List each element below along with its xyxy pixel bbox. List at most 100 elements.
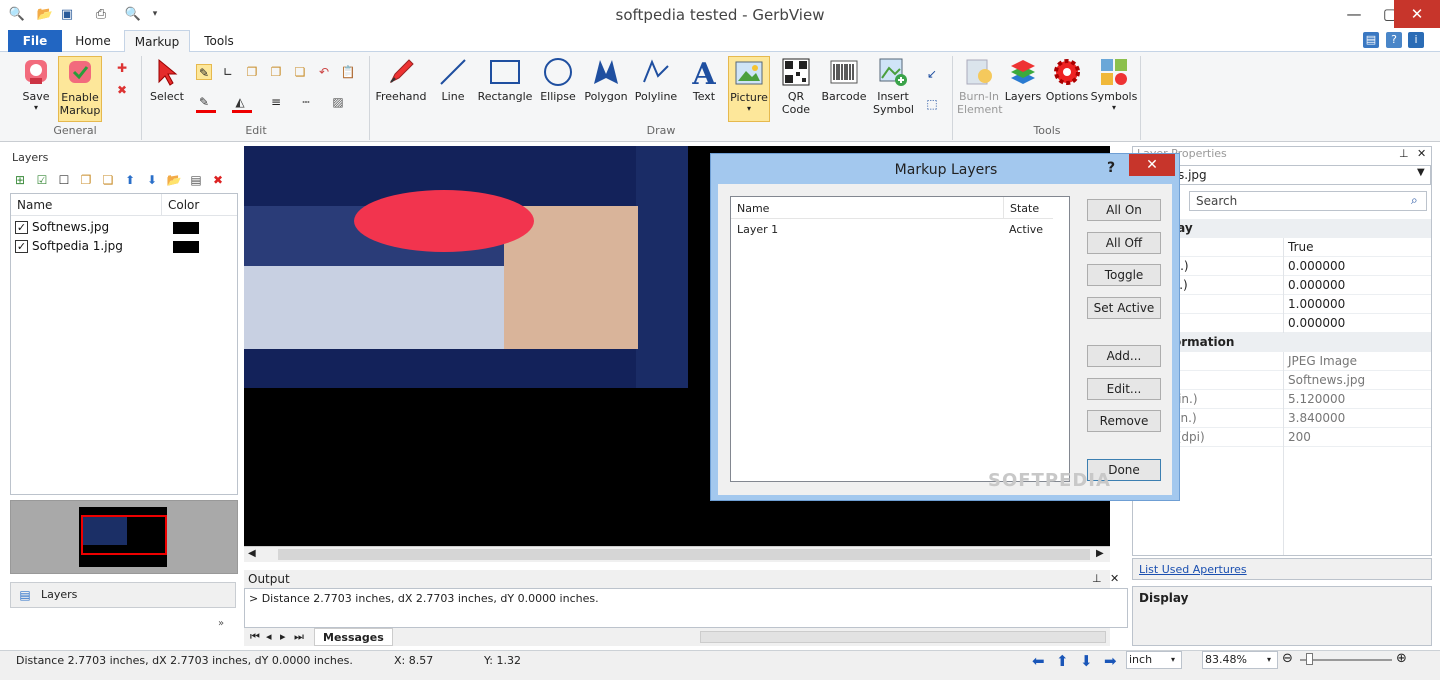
- navigator-thumbnail[interactable]: [10, 500, 238, 574]
- close-button[interactable]: ✕: [1394, 0, 1440, 28]
- nav-prev-icon[interactable]: ◂: [266, 630, 272, 643]
- line-color-icon[interactable]: ✎: [196, 94, 212, 110]
- zoom-in-icon[interactable]: ⊕: [1396, 651, 1407, 666]
- check-all-icon[interactable]: ☑: [34, 172, 50, 188]
- minimize-button[interactable]: —: [1336, 0, 1372, 28]
- send-back-icon[interactable]: ❐: [268, 64, 284, 80]
- edit-button[interactable]: Edit...: [1087, 378, 1161, 400]
- close-output-icon[interactable]: ✕: [1110, 570, 1119, 588]
- layer-visibility-checkbox[interactable]: ✓: [15, 221, 28, 234]
- messages-tab[interactable]: Messages: [314, 628, 393, 646]
- copy-layer-icon[interactable]: ❐: [78, 172, 94, 188]
- toggle-button[interactable]: Toggle: [1087, 264, 1161, 286]
- nav-last-icon[interactable]: ⏭: [294, 630, 304, 644]
- hatch-icon[interactable]: ▨: [330, 94, 346, 110]
- horizontal-scrollbar[interactable]: ◀ ▶: [244, 546, 1110, 562]
- tab-markup[interactable]: Markup: [124, 30, 190, 53]
- pin-icon[interactable]: ⊥: [1399, 147, 1409, 160]
- polyline-button[interactable]: Polyline: [632, 56, 680, 122]
- line-width-icon[interactable]: ≡: [268, 94, 284, 110]
- property-value[interactable]: 0.000000: [1283, 314, 1431, 333]
- add-button[interactable]: Add...: [1087, 345, 1161, 367]
- uncheck-all-icon[interactable]: ☐: [56, 172, 72, 188]
- all-on-button[interactable]: All On: [1087, 199, 1161, 221]
- zoom-out-icon[interactable]: ⊖: [1282, 651, 1293, 666]
- group-icon[interactable]: ❏: [292, 64, 308, 80]
- pan-right-icon[interactable]: ➡: [1104, 652, 1117, 670]
- scroll-right-icon[interactable]: ▶: [1096, 548, 1104, 559]
- enable-markup-button[interactable]: Enable Markup: [58, 56, 102, 122]
- remove-button[interactable]: Remove: [1087, 410, 1161, 432]
- ellipse-button[interactable]: Ellipse: [536, 56, 580, 122]
- column-header-state[interactable]: State: [1003, 197, 1053, 219]
- unit-select[interactable]: inch ▾: [1126, 651, 1182, 669]
- barcode-button[interactable]: Barcode: [820, 56, 868, 122]
- import-layer-icon[interactable]: 📂: [166, 172, 182, 188]
- help-icon[interactable]: ?: [1386, 32, 1402, 48]
- scroll-thumb[interactable]: [278, 549, 1090, 560]
- save-button[interactable]: Save ▾: [14, 56, 58, 122]
- pan-left-icon[interactable]: ⬅: [1032, 652, 1045, 670]
- bring-front-icon[interactable]: ❐: [244, 64, 260, 80]
- search-icon[interactable]: ⌕: [1411, 193, 1418, 208]
- add-layer-icon[interactable]: ⊞: [12, 172, 28, 188]
- close-panel-icon[interactable]: ✕: [1417, 147, 1426, 160]
- output-hscroll[interactable]: [700, 631, 1106, 643]
- move-up-icon[interactable]: ⬆: [122, 172, 138, 188]
- layer-color-swatch[interactable]: [173, 222, 199, 234]
- symbols-button[interactable]: Symbols ▾: [1090, 56, 1138, 122]
- column-header-color[interactable]: Color: [161, 194, 237, 216]
- rectangle-button[interactable]: Rectangle: [476, 56, 534, 122]
- expand-chevron-icon[interactable]: »: [218, 618, 224, 629]
- layers-bottom-tab[interactable]: ▤ Layers: [10, 582, 236, 608]
- freehand-button[interactable]: Freehand: [372, 56, 430, 122]
- chevron-down-icon[interactable]: ▼: [1417, 167, 1425, 178]
- merge-layer-icon[interactable]: ❏: [100, 172, 116, 188]
- list-used-apertures-link[interactable]: List Used Apertures: [1139, 563, 1247, 576]
- column-header-name[interactable]: Name: [11, 194, 161, 216]
- all-off-button[interactable]: All Off: [1087, 232, 1161, 254]
- zoom-slider-thumb[interactable]: [1306, 653, 1313, 665]
- property-value[interactable]: 0.000000: [1283, 257, 1431, 276]
- info-icon[interactable]: i: [1408, 32, 1424, 48]
- line-button[interactable]: Line: [432, 56, 474, 122]
- dialog-close-button[interactable]: ✕: [1129, 154, 1175, 176]
- paste-icon[interactable]: 📋: [340, 64, 356, 80]
- set-active-button[interactable]: Set Active: [1087, 297, 1161, 319]
- layer-row[interactable]: ✓ Softpedia 1.jpg: [15, 237, 235, 256]
- insert-symbol-button[interactable]: Insert Symbol: [870, 56, 916, 122]
- undo-icon[interactable]: ↶: [316, 64, 332, 80]
- delete-layer-icon[interactable]: ✖: [210, 172, 226, 188]
- zoom-slider-track[interactable]: [1300, 659, 1392, 661]
- fill-color-icon[interactable]: ◭: [232, 94, 248, 110]
- column-header-name[interactable]: Name: [731, 197, 1003, 219]
- tab-file[interactable]: File: [8, 30, 62, 52]
- markup-ellipse[interactable]: [354, 190, 534, 252]
- move-down-icon[interactable]: ⬇: [144, 172, 160, 188]
- pin-icon[interactable]: ⊥: [1092, 570, 1102, 588]
- tab-tools[interactable]: Tools: [192, 30, 246, 52]
- search-input[interactable]: Search: [1189, 191, 1427, 211]
- picture-button[interactable]: Picture ▾: [728, 56, 770, 122]
- pan-up-icon[interactable]: ⬆: [1056, 652, 1069, 670]
- layer-properties-icon[interactable]: ▤: [188, 172, 204, 188]
- line-style-icon[interactable]: ┅: [298, 94, 314, 110]
- layer-row[interactable]: ✓ Softnews.jpg: [15, 218, 235, 237]
- pan-down-icon[interactable]: ⬇: [1080, 652, 1093, 670]
- layers-button[interactable]: Layers: [1002, 56, 1044, 122]
- select-button[interactable]: Select: [146, 56, 188, 122]
- highlighter-icon[interactable]: ✎: [196, 64, 212, 80]
- viewport-rectangle[interactable]: [81, 515, 167, 555]
- angle-icon[interactable]: ∟: [220, 64, 236, 80]
- qr-code-button[interactable]: QR Code: [774, 56, 818, 122]
- markup-add-icon[interactable]: ✚: [114, 60, 130, 76]
- burn-in-element-button[interactable]: Burn-In Element: [956, 56, 1003, 122]
- text-button[interactable]: A Text: [682, 56, 726, 122]
- dimension-icon[interactable]: ↙: [924, 66, 940, 82]
- scroll-left-icon[interactable]: ◀: [248, 548, 256, 559]
- polygon-button[interactable]: Polygon: [582, 56, 630, 122]
- property-value[interactable]: 0.000000: [1283, 276, 1431, 295]
- layer-visibility-checkbox[interactable]: ✓: [15, 240, 28, 253]
- zoom-select[interactable]: 83.48% ▾: [1202, 651, 1278, 669]
- nav-next-icon[interactable]: ▸: [280, 630, 286, 643]
